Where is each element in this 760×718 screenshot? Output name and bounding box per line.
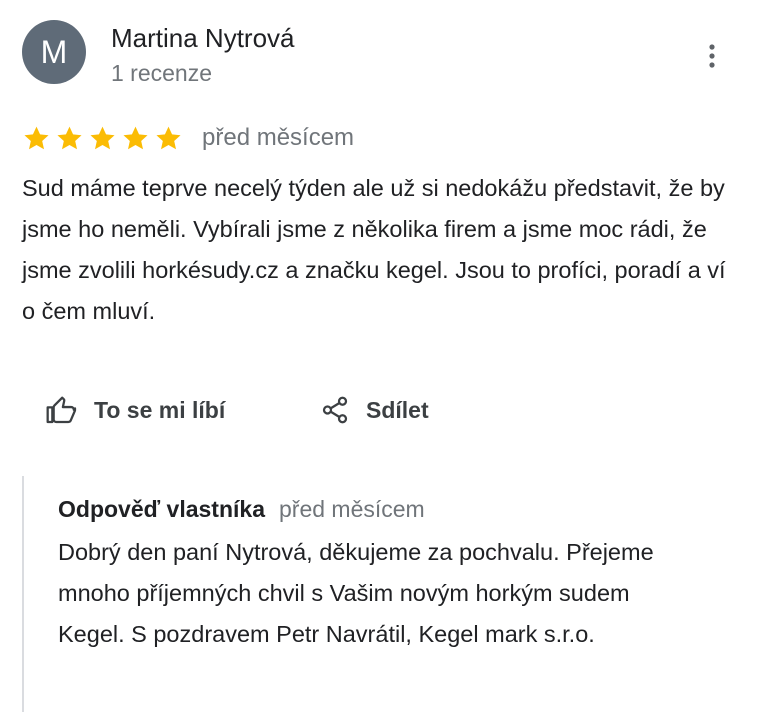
avatar[interactable]: M [22,20,86,84]
share-icon [320,395,350,425]
like-button[interactable]: To se mi líbí [44,394,320,426]
owner-reply-header: Odpověď vlastníka před měsícem [58,496,425,523]
star-filled-icon [123,126,148,149]
owner-reply-text: Dobrý den paní Nytrová, děkujeme za poch… [58,539,654,647]
author-name[interactable]: Martina Nytrová [111,22,295,54]
star-rating [22,124,187,153]
rating-row: před měsícem [22,120,354,156]
author-review-count: 1 recenze [111,60,213,86]
more-vert-icon [709,44,715,68]
share-button[interactable]: Sdílet [320,395,429,425]
more-options-button[interactable] [696,38,728,74]
star-filled-icon [57,126,82,149]
review-card: M Martina Nytrová 1 recenze před měsícem… [0,0,760,718]
share-label: Sdílet [366,396,429,423]
thumb-up-icon [44,394,78,426]
owner-reply: Odpověď vlastníka před měsícem Dobrý den… [22,476,724,712]
star-filled-icon [24,126,49,149]
review-actions: To se mi líbí Sdílet [44,390,429,430]
star-filled-icon [156,126,181,149]
review-text: Sud máme teprve necelý týden ale už si n… [22,175,726,324]
owner-reply-date: před měsícem [279,496,425,522]
star-filled-icon [90,126,115,149]
owner-reply-label: Odpověď vlastníka [58,496,265,522]
review-date: před měsícem [202,124,355,151]
like-label: To se mi líbí [94,396,226,423]
